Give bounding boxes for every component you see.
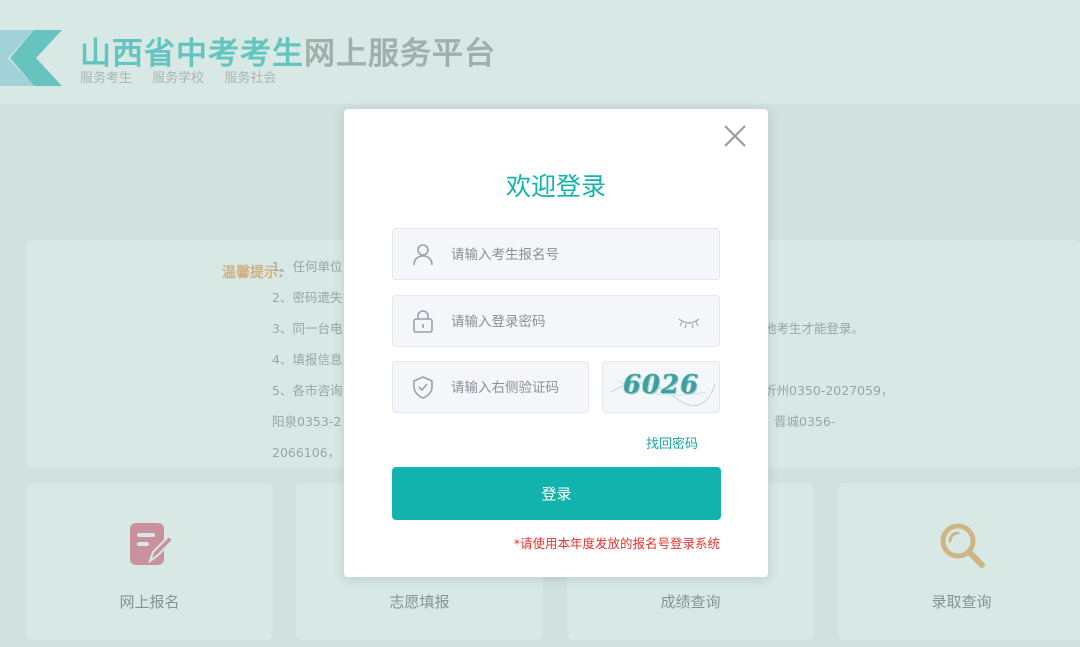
login-note: *请使用本年度发放的报名号登录系统 bbox=[513, 536, 720, 551]
login-button[interactable]: 登录 bbox=[392, 467, 721, 520]
lock-icon bbox=[413, 310, 433, 333]
username-input[interactable] bbox=[449, 229, 673, 281]
eye-closed-icon[interactable] bbox=[677, 315, 701, 329]
password-input[interactable] bbox=[449, 296, 673, 348]
username-field bbox=[392, 228, 720, 281]
modal-title: 欢迎登录 bbox=[505, 172, 606, 201]
shield-check-icon bbox=[413, 376, 433, 399]
captcha-image[interactable]: 6026 bbox=[602, 361, 720, 413]
forgot-password-link[interactable]: 找回密码 bbox=[646, 433, 698, 452]
close-icon[interactable] bbox=[723, 124, 747, 148]
login-modal: 欢迎登录 602 bbox=[344, 109, 768, 577]
captcha-code: 6026 bbox=[622, 370, 700, 400]
user-icon bbox=[413, 244, 433, 266]
captcha-field bbox=[392, 361, 589, 414]
password-field bbox=[392, 295, 720, 348]
captcha-input[interactable] bbox=[449, 362, 583, 414]
